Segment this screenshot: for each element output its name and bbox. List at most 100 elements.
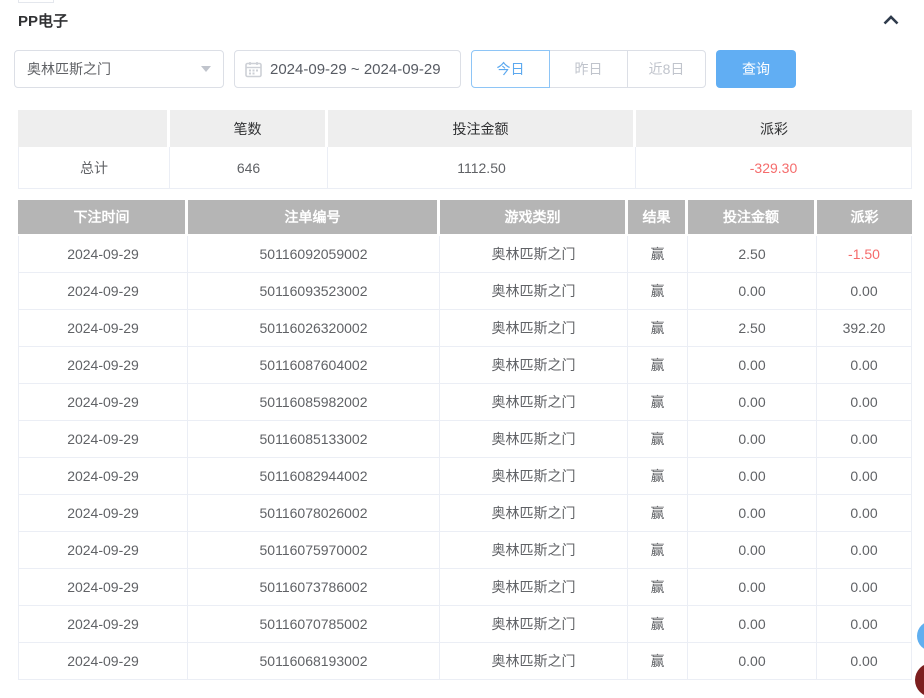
cell-game-category: 奥林匹斯之门 <box>440 569 628 606</box>
date-quick-buttons: 今日 昨日 近8日 <box>471 50 706 88</box>
table-row: 2024-09-29 50116026320002 奥林匹斯之门 赢 2.50 … <box>18 310 912 347</box>
cell-result: 赢 <box>628 495 688 532</box>
cell-payout: 0.00 <box>817 495 912 532</box>
table-row: 2024-09-29 50116082944002 奥林匹斯之门 赢 0.00 … <box>18 458 912 495</box>
cell-payout: 0.00 <box>817 569 912 606</box>
today-button[interactable]: 今日 <box>471 50 550 88</box>
cell-payout: 0.00 <box>817 458 912 495</box>
cell-result: 赢 <box>628 532 688 569</box>
cell-result: 赢 <box>628 310 688 347</box>
summary-header-row: 笔数 投注金额 派彩 <box>18 110 912 147</box>
summary-header-empty <box>18 110 170 147</box>
table-row: 2024-09-29 50116093523002 奥林匹斯之门 赢 0.00 … <box>18 273 912 310</box>
cell-payout: 0.00 <box>817 606 912 643</box>
cell-result: 赢 <box>628 458 688 495</box>
cell-payout: 0.00 <box>817 347 912 384</box>
cell-bet-time: 2024-09-29 <box>18 532 188 569</box>
calendar-icon <box>245 61 262 77</box>
fab-blue-button[interactable] <box>917 621 924 651</box>
cell-bet-amount: 0.00 <box>688 347 817 384</box>
page-title: PP电子 <box>18 12 69 30</box>
cell-order-no: 50116085982002 <box>188 384 440 421</box>
header-result: 结果 <box>628 200 688 236</box>
date-range-value: 2024-09-29 ~ 2024-09-29 <box>270 60 441 78</box>
cell-bet-time: 2024-09-29 <box>18 569 188 606</box>
summary-total-payout: -329.30 <box>636 147 912 189</box>
cell-bet-amount: 0.00 <box>688 421 817 458</box>
cell-bet-amount: 0.00 <box>688 273 817 310</box>
filter-bar: 奥林匹斯之门 2024-09-29 ~ 2024-09-29 今日 昨日 近8日… <box>14 50 796 88</box>
cell-bet-time: 2024-09-29 <box>18 643 188 680</box>
cell-game-category: 奥林匹斯之门 <box>440 532 628 569</box>
summary-header-count: 笔数 <box>170 110 328 147</box>
cell-game-category: 奥林匹斯之门 <box>440 384 628 421</box>
cell-game-category: 奥林匹斯之门 <box>440 310 628 347</box>
table-row: 2024-09-29 50116078026002 奥林匹斯之门 赢 0.00 … <box>18 495 912 532</box>
cell-result: 赢 <box>628 236 688 273</box>
cell-bet-time: 2024-09-29 <box>18 236 188 273</box>
date-range-picker[interactable]: 2024-09-29 ~ 2024-09-29 <box>234 50 461 88</box>
table-row: 2024-09-29 50116085982002 奥林匹斯之门 赢 0.00 … <box>18 384 912 421</box>
cell-order-no: 50116026320002 <box>188 310 440 347</box>
table-row: 2024-09-29 50116070785002 奥林匹斯之门 赢 0.00 … <box>18 606 912 643</box>
cell-bet-amount: 0.00 <box>688 458 817 495</box>
cell-bet-time: 2024-09-29 <box>18 458 188 495</box>
cell-payout: 0.00 <box>817 421 912 458</box>
cell-game-category: 奥林匹斯之门 <box>440 236 628 273</box>
table-row: 2024-09-29 50116092059002 奥林匹斯之门 赢 2.50 … <box>18 236 912 273</box>
tab-remnant <box>18 0 54 3</box>
cell-bet-amount: 0.00 <box>688 384 817 421</box>
bets-table: 下注时间 注单编号 游戏类别 结果 投注金额 派彩 2024-09-29 501… <box>18 200 912 680</box>
cell-payout: 0.00 <box>817 384 912 421</box>
table-row: 2024-09-29 50116085133002 奥林匹斯之门 赢 0.00 … <box>18 421 912 458</box>
cell-result: 赢 <box>628 569 688 606</box>
cell-payout: 392.20 <box>817 310 912 347</box>
cell-payout: 0.00 <box>817 532 912 569</box>
cell-bet-time: 2024-09-29 <box>18 384 188 421</box>
cell-game-category: 奥林匹斯之门 <box>440 347 628 384</box>
cell-game-category: 奥林匹斯之门 <box>440 458 628 495</box>
search-button[interactable]: 查询 <box>716 50 796 88</box>
summary-total-bet-amount: 1112.50 <box>328 147 636 189</box>
cell-bet-time: 2024-09-29 <box>18 347 188 384</box>
cell-result: 赢 <box>628 384 688 421</box>
pp-games-panel: PP电子 奥林匹斯之门 2024-09-29 ~ 2024-09-29 今日 昨… <box>0 0 924 698</box>
cell-bet-time: 2024-09-29 <box>18 495 188 532</box>
cell-bet-time: 2024-09-29 <box>18 310 188 347</box>
cell-bet-time: 2024-09-29 <box>18 606 188 643</box>
cell-game-category: 奥林匹斯之门 <box>440 273 628 310</box>
cell-bet-time: 2024-09-29 <box>18 273 188 310</box>
cell-order-no: 50116093523002 <box>188 273 440 310</box>
summary-total-count: 646 <box>170 147 328 189</box>
cell-payout: 0.00 <box>817 643 912 680</box>
cell-result: 赢 <box>628 421 688 458</box>
cell-bet-amount: 0.00 <box>688 495 817 532</box>
cell-order-no: 50116073786002 <box>188 569 440 606</box>
bets-header-row: 下注时间 注单编号 游戏类别 结果 投注金额 派彩 <box>18 200 912 236</box>
cell-game-category: 奥林匹斯之门 <box>440 606 628 643</box>
cell-game-category: 奥林匹斯之门 <box>440 495 628 532</box>
header-game-category: 游戏类别 <box>440 200 628 236</box>
cell-game-category: 奥林匹斯之门 <box>440 421 628 458</box>
summary-table: 笔数 投注金额 派彩 总计 646 1112.50 -329.30 <box>18 110 912 189</box>
cell-order-no: 50116068193002 <box>188 643 440 680</box>
chevron-up-icon[interactable] <box>878 10 904 30</box>
cell-game-category: 奥林匹斯之门 <box>440 643 628 680</box>
chevron-down-icon <box>201 66 211 72</box>
cell-bet-amount: 2.50 <box>688 310 817 347</box>
table-row: 2024-09-29 50116068193002 奥林匹斯之门 赢 0.00 … <box>18 643 912 680</box>
cell-order-no: 50116078026002 <box>188 495 440 532</box>
game-select[interactable]: 奥林匹斯之门 <box>14 50 224 88</box>
fab-red-button[interactable] <box>915 663 924 697</box>
cell-bet-amount: 2.50 <box>688 236 817 273</box>
summary-total-label: 总计 <box>18 147 170 189</box>
cell-result: 赢 <box>628 273 688 310</box>
last-8-days-button[interactable]: 近8日 <box>627 50 706 88</box>
cell-order-no: 50116082944002 <box>188 458 440 495</box>
cell-order-no: 50116075970002 <box>188 532 440 569</box>
yesterday-button[interactable]: 昨日 <box>549 50 628 88</box>
cell-bet-amount: 0.00 <box>688 532 817 569</box>
table-row: 2024-09-29 50116073786002 奥林匹斯之门 赢 0.00 … <box>18 569 912 606</box>
panel-header: PP电子 <box>18 8 912 32</box>
cell-order-no: 50116085133002 <box>188 421 440 458</box>
